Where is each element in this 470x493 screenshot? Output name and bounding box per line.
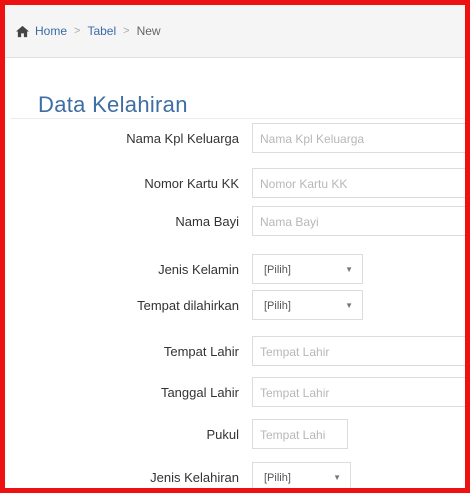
jenis-kelamin-select[interactable]: [Pilih] ▼ xyxy=(252,254,363,284)
jenis-kelahiran-select[interactable]: [Pilih] ▼ xyxy=(252,462,351,488)
form-row-tempat-lahir: Tempat Lahir Tempat Lahir xyxy=(5,336,465,368)
field-label: Tempat dilahirkan xyxy=(137,298,239,313)
form-row-nama-bayi: Nama Bayi Nama Bayi xyxy=(5,206,465,238)
field-label: Nama Kpl Keluarga xyxy=(126,131,239,146)
form-row-tempat-dilahirkan: Tempat dilahirkan [Pilih] ▼ xyxy=(5,290,465,322)
field-label: Nama Bayi xyxy=(175,214,239,229)
form-row-nama-kpl-keluarga: Nama Kpl Keluarga Nama Kpl Keluarga xyxy=(5,123,465,155)
form-row-pukul: Pukul Tempat Lahi xyxy=(5,419,465,451)
page-title: Data Kelahiran xyxy=(38,91,188,117)
pukul-input[interactable]: Tempat Lahi xyxy=(252,419,348,449)
caret-down-icon: ▼ xyxy=(345,265,353,274)
input-placeholder: Nama Bayi xyxy=(260,215,319,229)
select-value: [Pilih] xyxy=(264,264,291,276)
caret-down-icon: ▼ xyxy=(345,301,353,310)
breadcrumb-separator: > xyxy=(123,25,130,37)
breadcrumb: Home > Tabel > New xyxy=(5,5,465,58)
select-value: [Pilih] xyxy=(264,472,291,484)
nomor-kartu-kk-input[interactable]: Nomor Kartu KK xyxy=(252,168,465,198)
form-row-nomor-kartu-kk: Nomor Kartu KK Nomor Kartu KK xyxy=(5,168,465,200)
title-divider xyxy=(10,118,465,119)
form-row-jenis-kelamin: Jenis Kelamin [Pilih] ▼ xyxy=(5,254,465,286)
input-placeholder: Nama Kpl Keluarga xyxy=(260,132,365,146)
breadcrumb-separator: > xyxy=(74,25,81,37)
field-label: Pukul xyxy=(206,427,239,442)
field-label: Tempat Lahir xyxy=(163,344,239,359)
input-placeholder: Tempat Lahir xyxy=(260,386,330,400)
nama-kpl-keluarga-input[interactable]: Nama Kpl Keluarga xyxy=(252,123,465,153)
input-placeholder: Tempat Lahir xyxy=(260,345,330,359)
caret-down-icon: ▼ xyxy=(333,473,341,482)
tempat-dilahirkan-select[interactable]: [Pilih] ▼ xyxy=(252,290,363,320)
tanggal-lahir-input[interactable]: Tempat Lahir xyxy=(252,377,465,407)
input-placeholder: Tempat Lahi xyxy=(260,428,326,442)
breadcrumb-new: New xyxy=(136,24,161,38)
nama-bayi-input[interactable]: Nama Bayi xyxy=(252,206,465,236)
form-row-jenis-kelahiran: Jenis Kelahiran [Pilih] ▼ xyxy=(5,462,465,488)
form-row-tanggal-lahir: Tanggal Lahir Tempat Lahir xyxy=(5,377,465,409)
field-label: Tanggal Lahir xyxy=(160,385,239,400)
select-value: [Pilih] xyxy=(264,300,291,312)
breadcrumb-home[interactable]: Home xyxy=(35,24,67,38)
input-placeholder: Nomor Kartu KK xyxy=(260,177,348,191)
home-icon[interactable] xyxy=(15,25,30,38)
page-frame: Home > Tabel > New Data Kelahiran Nama K… xyxy=(0,0,470,493)
breadcrumb-tabel[interactable]: Tabel xyxy=(87,24,116,38)
field-label: Jenis Kelamin xyxy=(158,262,239,277)
field-label: Jenis Kelahiran xyxy=(150,470,239,485)
field-label: Nomor Kartu KK xyxy=(144,176,239,191)
tempat-lahir-input[interactable]: Tempat Lahir xyxy=(252,336,465,366)
